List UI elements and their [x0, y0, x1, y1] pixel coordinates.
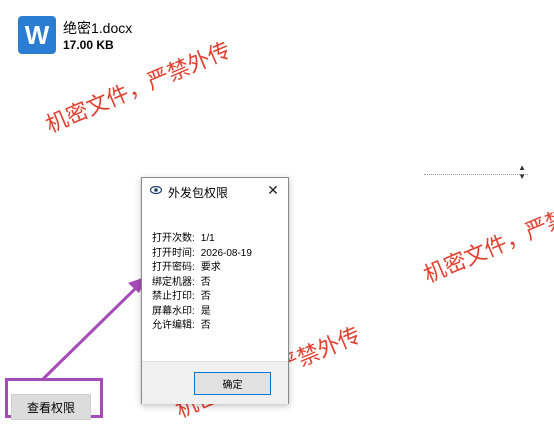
permission-list: 打开次数: 1/1 打开时间: 2026-08-19 打开密码: 要求 绑定机器… — [152, 232, 252, 334]
word-file-icon[interactable]: W — [18, 16, 56, 54]
field-value: 2026-08-19 — [200, 247, 252, 259]
permission-row: 允许编辑: 否 — [152, 319, 252, 334]
file-size: 17.00 KB — [63, 38, 114, 52]
field-value: 否 — [200, 320, 211, 331]
permission-row: 绑定机器: 否 — [152, 276, 252, 291]
field-value: 1/1 — [200, 233, 215, 244]
dialog-title: 外发包权限 — [168, 186, 229, 200]
permission-row: 禁止打印: 否 — [152, 290, 252, 305]
permission-row: 屏幕水印: 是 — [152, 305, 252, 320]
field-value: 要求 — [200, 262, 221, 273]
view-permissions-button[interactable]: 查看权限 — [11, 394, 91, 420]
field-value: 否 — [200, 291, 211, 302]
field-label: 屏幕水印: — [152, 305, 195, 317]
watermark: 机密文件，严禁外传 — [420, 188, 554, 289]
permission-row: 打开次数: 1/1 — [152, 232, 252, 247]
dialog-footer: 确定 — [142, 361, 288, 404]
ok-button[interactable]: 确定 — [194, 372, 271, 395]
dialog-titlebar: 外发包权限 ✕ — [142, 178, 288, 204]
word-letter: W — [24, 19, 50, 50]
close-icon[interactable]: ✕ — [264, 181, 282, 199]
permission-row: 打开密码: 要求 — [152, 261, 252, 276]
file-name[interactable]: 绝密1.docx — [63, 18, 132, 38]
dropdown-control[interactable]: ▲ ▼ — [424, 160, 528, 181]
field-value: 是 — [200, 305, 211, 317]
field-label: 打开时间: — [152, 247, 195, 259]
permission-row: 打开时间: 2026-08-19 — [152, 247, 252, 262]
field-label: 打开次数: — [152, 233, 195, 244]
field-label: 绑定机器: — [152, 276, 195, 288]
field-label: 允许编辑: — [152, 320, 195, 331]
eye-icon — [150, 186, 162, 194]
field-value: 否 — [200, 276, 211, 288]
permissions-dialog: 外发包权限 ✕ 打开次数: 1/1 打开时间: 2026-08-19 打开密码:… — [141, 177, 289, 404]
chevron-down-icon: ▲ ▼ — [518, 163, 526, 181]
field-label: 打开密码: — [152, 262, 195, 273]
field-label: 禁止打印: — [152, 291, 195, 302]
